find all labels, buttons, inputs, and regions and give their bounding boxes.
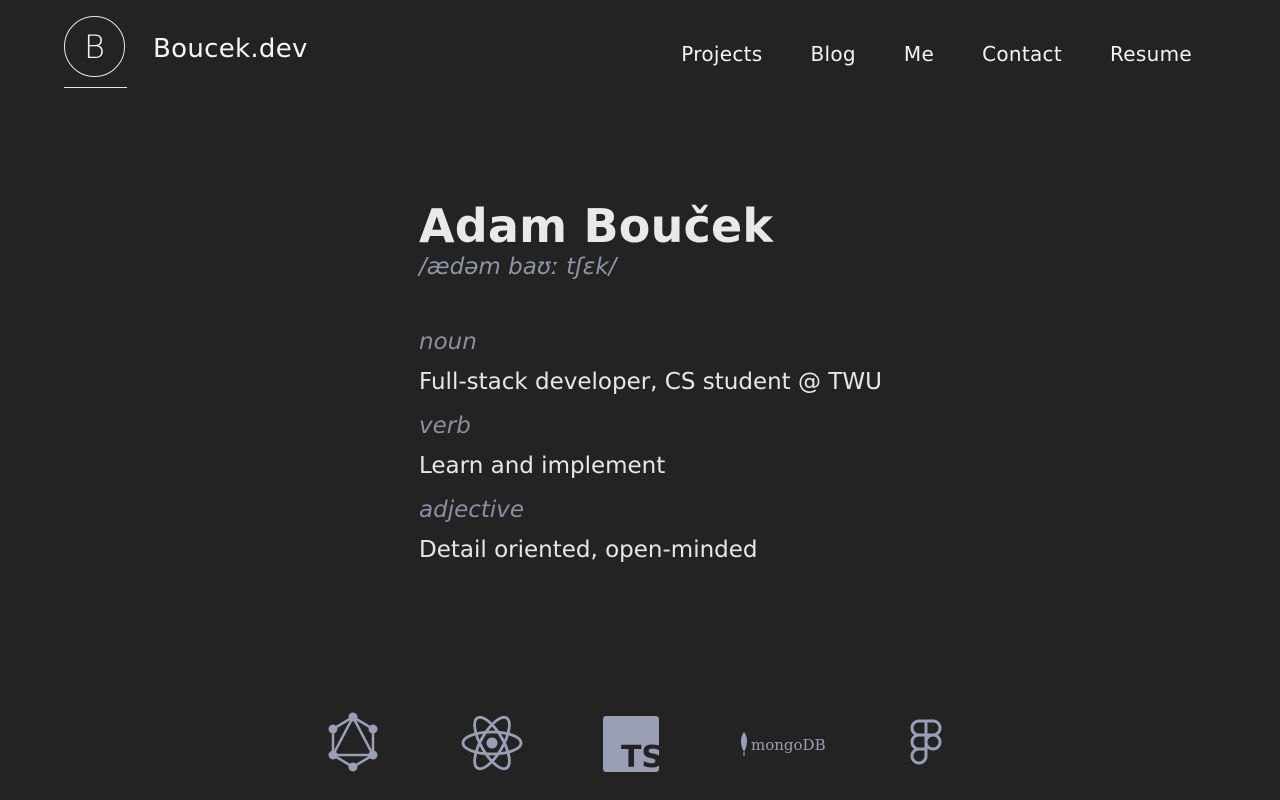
page: B Boucek.dev Projects Blog Me Contact Re… xyxy=(0,0,1280,800)
pronunciation: /ædəm baʊː tʃɛk/ xyxy=(419,254,617,280)
main-nav: Projects Blog Me Contact Resume xyxy=(681,42,1192,66)
part-of-speech-noun: noun xyxy=(419,329,477,355)
definition-adjective: Detail oriented, open-minded xyxy=(419,537,758,563)
graphql-icon xyxy=(328,712,378,772)
mongodb-label: mongoDB xyxy=(751,736,826,754)
nav-contact[interactable]: Contact xyxy=(982,42,1062,66)
typescript-icon: TS xyxy=(603,716,660,774)
typescript-label: TS xyxy=(621,740,660,774)
react-icon xyxy=(461,715,523,771)
definition-block: Adam Bouček /ædəm baʊː tʃɛk/ noun Full-s… xyxy=(419,196,1019,579)
part-of-speech-verb: verb xyxy=(419,413,471,439)
nav-me[interactable]: Me xyxy=(904,42,934,66)
logo-circle[interactable]: B xyxy=(64,16,125,77)
part-of-speech-adjective: adjective xyxy=(419,497,525,523)
logo-letter: B xyxy=(84,27,105,66)
tech-stack: TS mongoDB xyxy=(0,712,1280,776)
mongodb-icon: mongoDB xyxy=(741,732,826,756)
nav-resume[interactable]: Resume xyxy=(1110,42,1192,66)
figma-icon xyxy=(910,719,942,765)
nav-blog[interactable]: Blog xyxy=(810,42,855,66)
logo-underline xyxy=(64,87,127,88)
definition-noun: Full-stack developer, CS student @ TWU xyxy=(419,369,882,395)
page-title: Adam Bouček xyxy=(419,199,774,253)
site-name[interactable]: Boucek.dev xyxy=(153,34,308,64)
definitions-list: noun Full-stack developer, CS student @ … xyxy=(419,327,1019,565)
nav-projects[interactable]: Projects xyxy=(681,42,762,66)
definition-verb: Learn and implement xyxy=(419,453,666,479)
